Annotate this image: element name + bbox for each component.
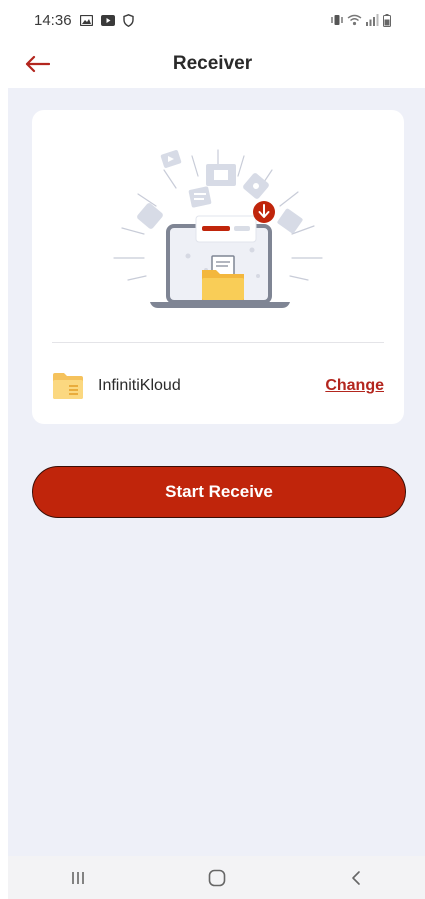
arrow-left-icon <box>25 55 50 73</box>
destination-folder-row: InfinitiKloud Change <box>52 368 384 404</box>
shield-icon <box>122 13 134 27</box>
folder-name: InfinitiKloud <box>98 377 181 394</box>
vibrate-icon <box>331 15 343 25</box>
change-folder-link[interactable]: Change <box>325 377 384 395</box>
youtube-icon <box>100 14 115 26</box>
app-bar: Receiver <box>0 40 425 88</box>
laptop-receiving-files-illustration <box>113 149 323 308</box>
page-title: Receiver <box>172 53 253 74</box>
system-nav-bar <box>8 856 425 899</box>
start-receive-button[interactable]: Start Receive <box>32 466 406 518</box>
back-icon <box>351 870 360 885</box>
system-back-button[interactable] <box>336 863 376 893</box>
main-content: InfinitiKloud Change Start Receive <box>8 88 425 856</box>
home-icon <box>208 869 225 886</box>
folder-icon <box>53 373 83 399</box>
card-divider <box>52 342 384 343</box>
battery-icon <box>383 13 391 27</box>
receive-folder-card: InfinitiKloud Change <box>32 110 404 424</box>
recents-button[interactable] <box>58 863 98 893</box>
wifi-icon <box>347 14 362 26</box>
back-button[interactable] <box>20 50 54 78</box>
gallery-icon <box>79 14 93 26</box>
status-time: 14:36 <box>34 11 72 29</box>
recents-icon <box>71 871 84 884</box>
status-left: 14:36 <box>34 12 134 29</box>
status-bar: 14:36 <box>0 0 425 40</box>
home-button[interactable] <box>197 863 237 893</box>
signal-icon <box>366 14 379 26</box>
status-right <box>331 13 391 27</box>
